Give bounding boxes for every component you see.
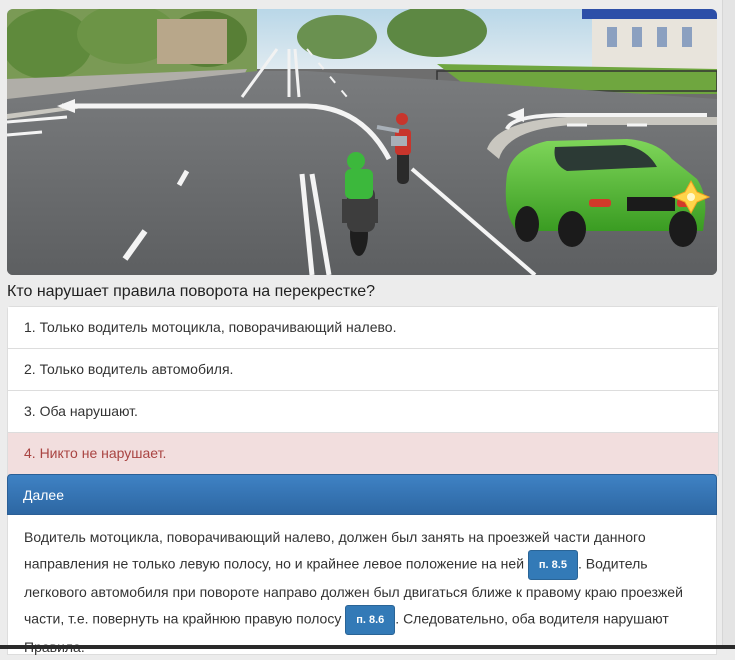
answer-option-4-wrong[interactable]: 4. Никто не нарушает. xyxy=(8,433,718,475)
scrollbar-track[interactable] xyxy=(722,0,735,649)
next-button[interactable]: Далее xyxy=(7,474,717,515)
bottom-edge xyxy=(0,645,735,649)
answer-option-1[interactable]: 1. Только водитель мотоцикла, поворачива… xyxy=(8,307,718,349)
answer-option-3[interactable]: 3. Оба нарушают. xyxy=(8,391,718,433)
answer-option-2[interactable]: 2. Только водитель автомобиля. xyxy=(8,349,718,391)
explanation-panel: Водитель мотоцикла, поворачивающий налев… xyxy=(7,515,717,655)
rule-link-8-6[interactable]: п. 8.6 xyxy=(345,605,396,635)
answer-list: 1. Только водитель мотоцикла, поворачива… xyxy=(7,306,719,476)
rule-link-8-5[interactable]: п. 8.5 xyxy=(527,550,578,580)
question-text: Кто нарушает правила поворота на перекре… xyxy=(7,283,376,300)
question-image xyxy=(7,9,717,275)
